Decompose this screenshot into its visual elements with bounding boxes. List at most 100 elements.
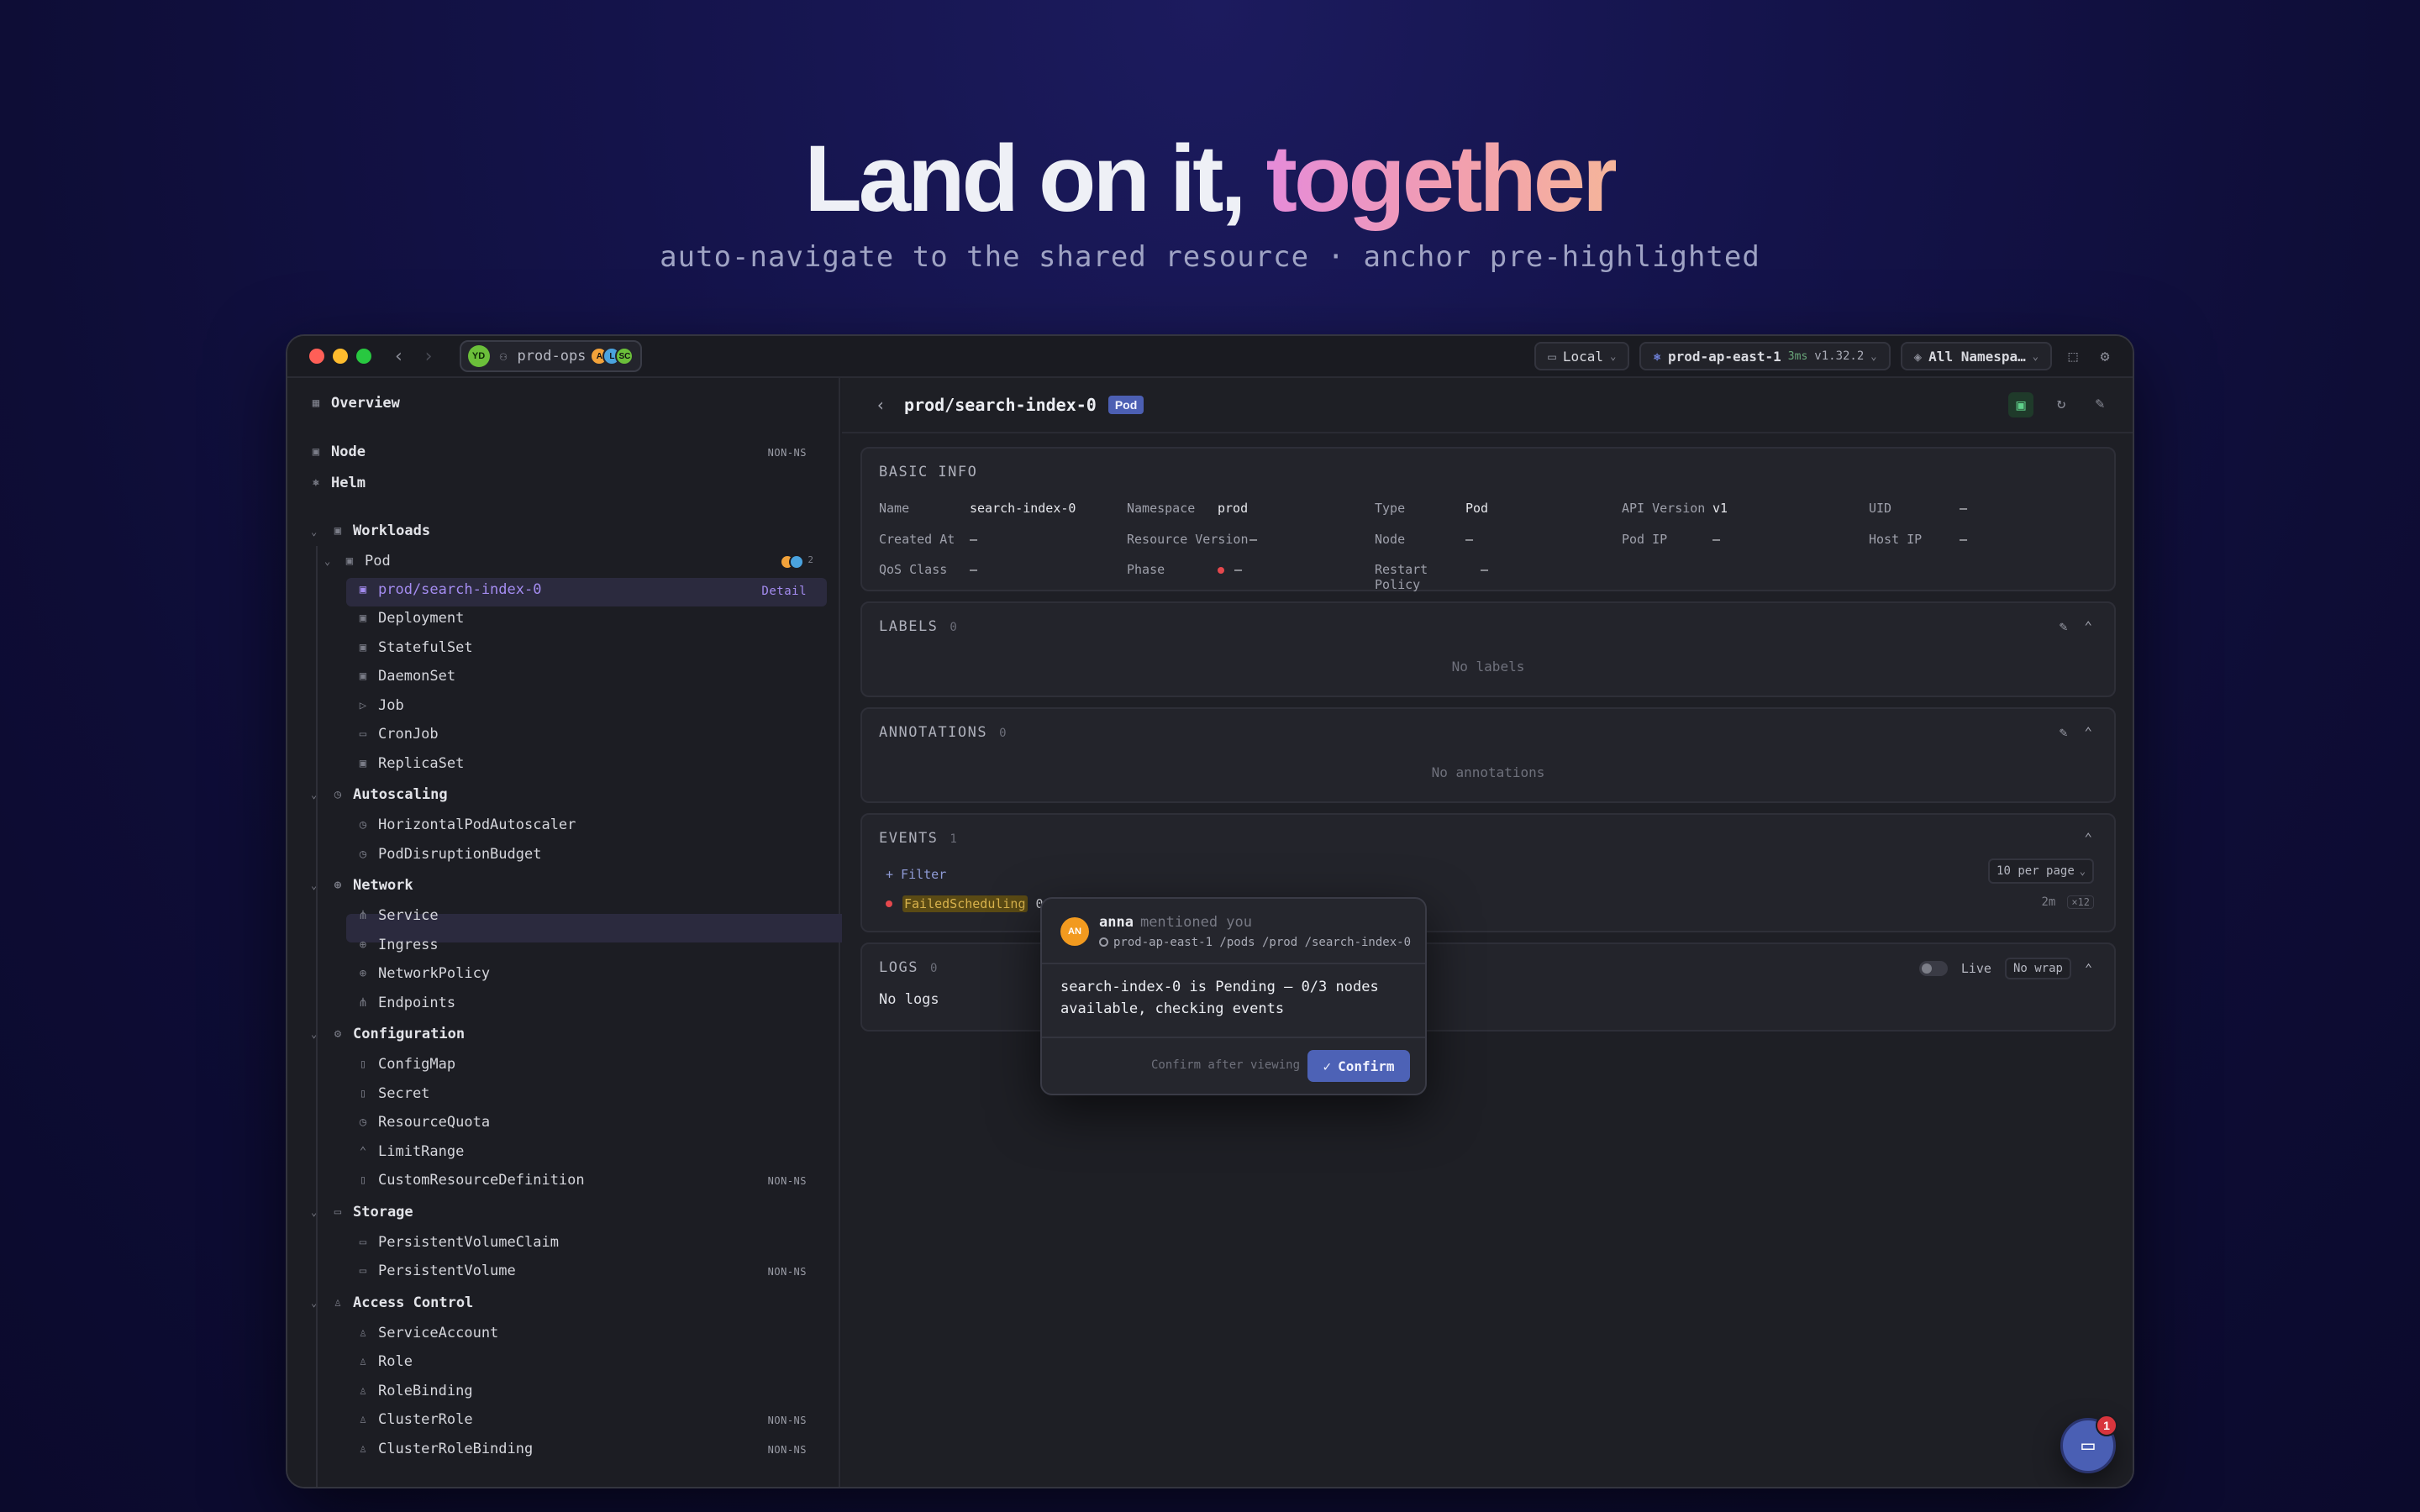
cluster-label: prod-ap-east-1	[1667, 348, 1781, 365]
header-actions: ▣ ↻ ✎	[2008, 392, 2111, 417]
sidebar-item-pod[interactable]: ▣ Pod	[343, 553, 391, 570]
sidebar-group-storage[interactable]: ▭ Storage	[331, 1204, 413, 1221]
resource-icon: ▯	[359, 1173, 367, 1187]
detail-panel: ‹ prod/search-index-0 Pod ▣ ↻ ✎ BASIC IN…	[842, 378, 2133, 1487]
sidebar-item-clusterrole[interactable]: ♙ ClusterRole	[356, 1411, 473, 1428]
zoom-window-button[interactable]	[356, 349, 371, 364]
statefulset-icon: ▣	[359, 640, 367, 654]
sidebar-item-node[interactable]: ▣ Node	[309, 444, 366, 460]
minimize-window-button[interactable]	[333, 349, 348, 364]
edit-icon[interactable]: ✎	[2089, 392, 2111, 414]
detail-header: ‹ prod/search-index-0 Pod ▣ ↻ ✎	[842, 378, 2133, 433]
event-row[interactable]: FailedScheduling 0/	[886, 895, 1051, 912]
field-key: Name	[879, 501, 910, 516]
sidebar-item-active-pod[interactable]: ▣ prod/search-index-0	[356, 581, 542, 598]
hero-title-main: Land on it,	[804, 126, 1266, 231]
resource-icon: ▭	[359, 1235, 367, 1249]
sidebar-group-access[interactable]: ♙ Access Control	[331, 1294, 474, 1311]
mention-path[interactable]: prod-ap-east-1 /pods /prod /search-index…	[1099, 936, 1411, 949]
sidebar-item-job[interactable]: ▷ Job	[356, 697, 404, 714]
users-icon: ⚇	[499, 349, 508, 364]
sidebar-group-network[interactable]: ⊕ Network	[331, 877, 413, 894]
resource-icon: ♙	[359, 1441, 367, 1456]
package-icon[interactable]: ⬚	[2062, 345, 2084, 367]
sidebar-item-resourcequota[interactable]: ◷ ResourceQuota	[356, 1114, 490, 1131]
field-uid: UID —	[1869, 501, 1967, 516]
cube-icon: ▣	[334, 524, 342, 538]
filter-button[interactable]: + Filter	[886, 867, 946, 882]
room-pill[interactable]: YD ⚇ prod-ops A L SC	[459, 340, 643, 372]
gear-icon[interactable]: ⚙	[2094, 345, 2116, 367]
sidebar-item-deployment[interactable]: ▣ Deployment	[356, 610, 465, 627]
sidebar-item-persistentvolumeclaim[interactable]: ▭ PersistentVolumeClaim	[356, 1234, 559, 1251]
sidebar-item-clusterrolebinding-label: ClusterRoleBinding	[378, 1440, 534, 1457]
edit-icon[interactable]: ✎	[2060, 724, 2068, 740]
chevron-up-icon[interactable]: ⌃	[2084, 830, 2092, 846]
sidebar-group-autoscaling[interactable]: ◷ Autoscaling	[331, 786, 448, 803]
per-page-select[interactable]: 10 per page ⌄	[1988, 858, 2094, 884]
sidebar-item-cronjob-label: CronJob	[378, 726, 439, 743]
sidebar-item-daemonset-label: DaemonSet	[378, 668, 456, 685]
edit-icon[interactable]: ✎	[2060, 618, 2068, 634]
clock-icon: ◷	[334, 788, 342, 801]
event-age: 2m	[2041, 895, 2056, 909]
chevron-up-icon[interactable]: ⌃	[2085, 961, 2092, 976]
close-window-button[interactable]	[309, 349, 324, 364]
sidebar-item-role[interactable]: ♙ Role	[356, 1353, 413, 1370]
live-toggle[interactable]	[1918, 961, 1948, 976]
context-select[interactable]: ▭ Local ⌄	[1534, 342, 1630, 370]
non-ns-badge: NON-NS	[767, 1175, 807, 1187]
sidebar-item-replicaset[interactable]: ▣ ReplicaSet	[356, 755, 465, 772]
sidebar-item-rolebinding[interactable]: ♙ RoleBinding	[356, 1383, 473, 1399]
forward-icon[interactable]: ›	[423, 346, 434, 367]
chevron-down-icon: ⌄	[1610, 350, 1617, 362]
sidebar-item-endpoints[interactable]: ⋔ Endpoints	[356, 995, 455, 1011]
sidebar-item-statefulset[interactable]: ▣ StatefulSet	[356, 639, 473, 656]
field-host-ip: Host IP —	[1869, 532, 1967, 547]
resource-icon: ♙	[359, 1355, 367, 1368]
sidebar-item-overview[interactable]: ▦ Overview	[309, 395, 400, 412]
sidebar-item-daemonset[interactable]: ▣ DaemonSet	[356, 668, 455, 685]
cluster-select[interactable]: ⎈ prod-ap-east-1 3ms v1.32.2 ⌄	[1639, 342, 1891, 370]
sidebar-group-workloads[interactable]: ▣ Workloads	[331, 522, 430, 539]
back-icon[interactable]: ‹	[876, 395, 886, 415]
chevron-up-icon[interactable]: ⌃	[2084, 724, 2092, 740]
card-actions: ✎ ⌃	[2060, 618, 2092, 634]
confirm-button[interactable]: ✓ Confirm	[1307, 1050, 1410, 1082]
field-key: Pod IP	[1622, 532, 1668, 547]
sidebar-item-horizontalpodautoscaler[interactable]: ◷ HorizontalPodAutoscaler	[356, 816, 576, 833]
sidebar-item-customresourcedefinition[interactable]: ▯ CustomResourceDefinition	[356, 1172, 585, 1189]
sidebar-group-configuration[interactable]: ⚙ Configuration	[331, 1026, 465, 1042]
sidebar-item-cronjob[interactable]: ▭ CronJob	[356, 726, 439, 743]
chevron-up-icon[interactable]: ⌃	[2084, 618, 2092, 634]
sidebar-group-configuration-label: Configuration	[353, 1026, 466, 1042]
field-key: Created At	[879, 532, 955, 547]
sidebar-item-secret[interactable]: ▯ Secret	[356, 1085, 430, 1102]
sidebar-item-clusterrolebinding[interactable]: ♙ ClusterRoleBinding	[356, 1441, 533, 1457]
sidebar-item-helm[interactable]: ⎈ Helm	[309, 475, 366, 491]
sidebar-item-service[interactable]: ⋔ Service	[356, 907, 439, 924]
sidebar-item-persistentvolume-label: PersistentVolume	[378, 1263, 516, 1279]
sidebar-item-ingress[interactable]: ⊕ Ingress	[356, 937, 439, 953]
sidebar-item-serviceaccount[interactable]: ♙ ServiceAccount	[356, 1325, 499, 1341]
no-wrap-button[interactable]: No wrap	[2004, 958, 2071, 979]
sidebar-item-configmap[interactable]: ▯ ConfigMap	[356, 1056, 455, 1073]
sidebar-item-networkpolicy[interactable]: ⊕ NetworkPolicy	[356, 965, 490, 982]
sidebar-item-poddisruptionbudget-label: PodDisruptionBudget	[378, 845, 542, 863]
refresh-icon[interactable]: ↻	[2050, 392, 2072, 414]
namespace-select[interactable]: ◈ All Namespa… ⌄	[1900, 342, 2052, 370]
sidebar-item-limitrange[interactable]: ⌃ LimitRange	[356, 1143, 465, 1160]
viewer-avatar	[789, 554, 805, 570]
detail-tag: Detail	[761, 585, 807, 598]
terminal-icon[interactable]: ▣	[2008, 392, 2033, 417]
sidebar-item-endpoints-label: Endpoints	[378, 994, 456, 1011]
field-pod-ip: Pod IP —	[1622, 532, 1720, 547]
chevron-down-icon[interactable]: ⌄	[324, 555, 330, 567]
back-icon[interactable]: ‹	[393, 346, 404, 367]
sidebar-item-persistentvolume[interactable]: ▭ PersistentVolume	[356, 1263, 516, 1279]
sidebar-item-poddisruptionbudget[interactable]: ◷ PodDisruptionBudget	[356, 845, 542, 863]
window-controls	[309, 349, 371, 364]
field-key: Restart Policy	[1375, 562, 1428, 592]
sidebar-item-overview-label: Overview	[331, 395, 400, 412]
chevron-down-icon[interactable]: ⌄	[311, 526, 317, 538]
